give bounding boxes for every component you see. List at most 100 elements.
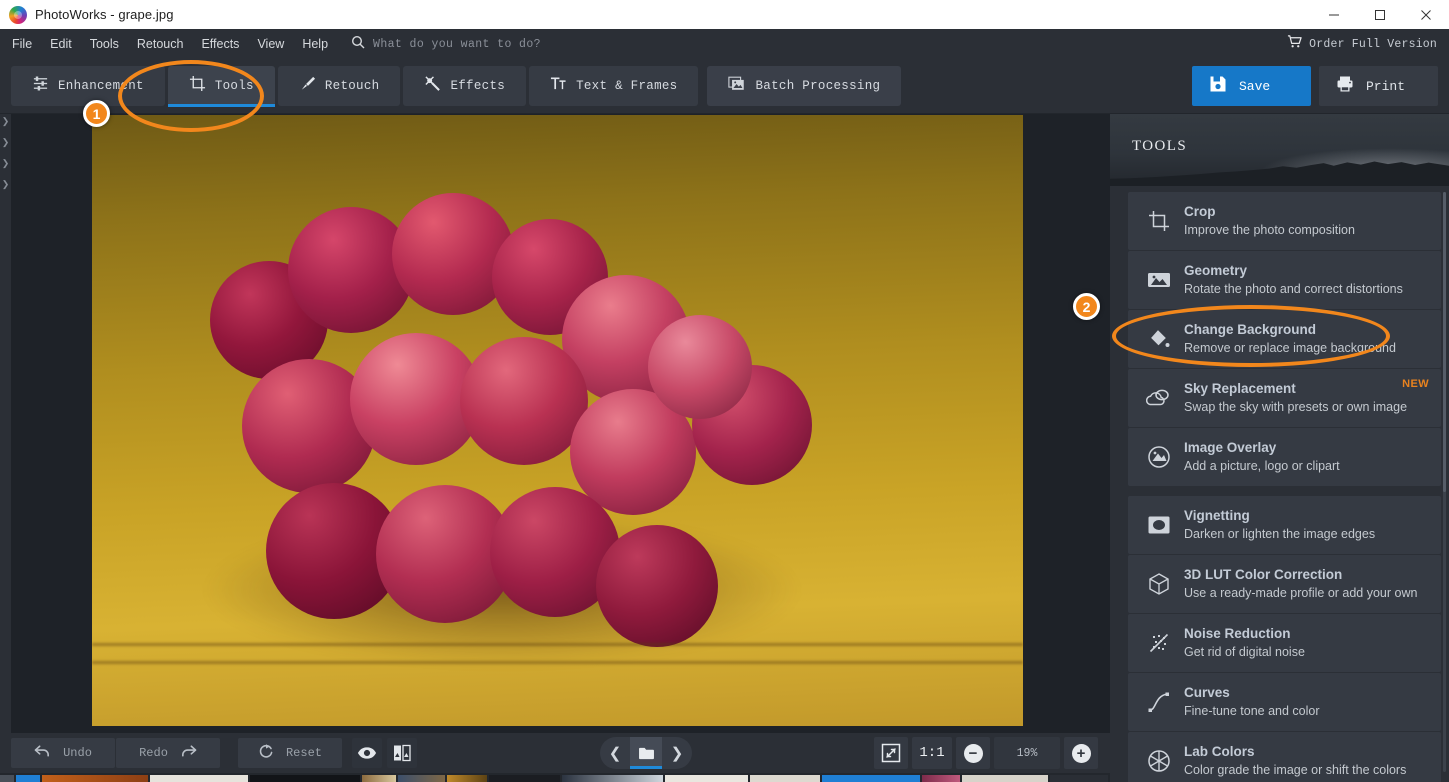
- left-collapsed-panel[interactable]: ❯ ❯ ❯ ❯: [0, 114, 11, 733]
- annotation-marker-2: 2: [1073, 293, 1100, 320]
- eye-icon[interactable]: [352, 738, 382, 768]
- list-item[interactable]: [150, 775, 248, 782]
- tool-item-3d-lut-color-correction[interactable]: 3D LUT Color Correction Use a ready-made…: [1128, 555, 1441, 613]
- sliders-icon: [32, 75, 49, 97]
- reset-button[interactable]: Reset: [238, 738, 342, 768]
- tool-subtitle: Rotate the photo and correct distortions: [1184, 282, 1403, 296]
- tool-text: Lab Colors Color grade the image or shif…: [1184, 743, 1406, 779]
- actual-size-button[interactable]: 1:1: [912, 737, 952, 769]
- minimize-icon[interactable]: [1311, 0, 1357, 29]
- search-box[interactable]: What do you want to do?: [351, 35, 541, 54]
- chevron-right-icon[interactable]: ❯: [662, 737, 692, 769]
- tab-batch-processing[interactable]: Batch Processing: [707, 66, 902, 106]
- list-item[interactable]: [921, 775, 960, 782]
- menu-item-tools[interactable]: Tools: [81, 29, 128, 59]
- tool-text: Image Overlay Add a picture, logo or cli…: [1184, 439, 1340, 475]
- fit-to-screen-icon[interactable]: [874, 737, 908, 769]
- tab-label: Text & Frames: [576, 79, 678, 93]
- zoom-in-button[interactable]: +: [1064, 737, 1098, 769]
- scrollbar-thumb[interactable]: [1443, 192, 1446, 492]
- menu-item-retouch[interactable]: Retouch: [128, 29, 193, 59]
- panel-scrollbar[interactable]: [1443, 192, 1446, 772]
- tool-item-vignetting[interactable]: Vignetting Darken or lighten the image e…: [1128, 496, 1441, 554]
- tool-item-sky-replacement[interactable]: Sky Replacement Swap the sky with preset…: [1128, 369, 1441, 427]
- thumbnail-filmstrip[interactable]: [0, 773, 1110, 782]
- list-item[interactable]: [1050, 775, 1108, 782]
- zoom-level-value[interactable]: 19%: [994, 737, 1060, 769]
- tool-subtitle: Swap the sky with presets or own image: [1184, 400, 1408, 414]
- tab-enhancement[interactable]: Enhancement: [11, 66, 165, 106]
- maximize-icon[interactable]: [1357, 0, 1403, 29]
- tab-label: Enhancement: [58, 79, 144, 93]
- tool-subtitle: Darken or lighten the image edges: [1184, 527, 1376, 541]
- tool-text: Vignetting Darken or lighten the image e…: [1184, 507, 1375, 543]
- tool-title: Crop: [1184, 204, 1216, 219]
- grape-berry: [596, 525, 718, 647]
- redo-arrow-icon: [180, 744, 197, 763]
- tab-retouch[interactable]: Retouch: [277, 66, 401, 106]
- order-full-version-button[interactable]: Order Full Version: [1287, 34, 1437, 54]
- tab-label: Batch Processing: [755, 79, 881, 93]
- tool-item-curves[interactable]: Curves Fine-tune tone and color: [1128, 673, 1441, 731]
- tool-item-geometry[interactable]: Geometry Rotate the photo and correct di…: [1128, 251, 1441, 309]
- tool-item-crop[interactable]: Crop Improve the photo composition: [1128, 192, 1441, 250]
- undo-button[interactable]: Undo: [11, 738, 115, 768]
- chevron-right-icon[interactable]: ❯: [2, 180, 10, 189]
- menu-item-help[interactable]: Help: [293, 29, 337, 59]
- search-placeholder: What do you want to do?: [373, 37, 541, 51]
- tab-text-and-frames[interactable]: Text & Frames: [529, 66, 699, 106]
- menu-item-file[interactable]: File: [3, 29, 41, 59]
- list-item[interactable]: [561, 775, 663, 782]
- tab-tools[interactable]: Tools: [167, 66, 275, 107]
- status-badge: NEW: [1402, 378, 1429, 390]
- landscape-picture-icon: [1142, 270, 1176, 290]
- list-item[interactable]: [41, 775, 149, 782]
- redo-button[interactable]: Redo: [116, 738, 220, 768]
- title-bar: PhotoWorks - grape.jpg: [0, 0, 1449, 29]
- list-item[interactable]: [447, 775, 488, 782]
- folder-icon[interactable]: [630, 737, 662, 769]
- save-button[interactable]: Save: [1192, 66, 1311, 106]
- chevron-right-icon[interactable]: ❯: [2, 138, 10, 147]
- list-item[interactable]: [822, 775, 920, 782]
- list-item[interactable]: [362, 775, 397, 782]
- redo-label: Redo: [139, 746, 168, 760]
- photoworks-logo-icon: [9, 5, 27, 24]
- search-icon: [351, 35, 365, 54]
- crop-icon: [189, 75, 206, 97]
- list-item[interactable]: [0, 775, 15, 782]
- tool-item-lab-colors[interactable]: Lab Colors Color grade the image or shif…: [1128, 732, 1441, 782]
- zoom-out-button[interactable]: −: [956, 737, 990, 769]
- tab-label: Tools: [214, 79, 254, 93]
- chevron-right-icon[interactable]: ❯: [2, 159, 10, 168]
- noise-icon: [1142, 631, 1176, 655]
- window-controls: [1311, 0, 1449, 29]
- before-after-icon[interactable]: [387, 738, 417, 768]
- list-item[interactable]: [664, 775, 748, 782]
- chevron-right-icon[interactable]: ❯: [2, 117, 10, 126]
- tool-text: 3D LUT Color Correction Use a ready-made…: [1184, 566, 1417, 602]
- tool-title: Curves: [1184, 685, 1230, 700]
- tool-item-noise-reduction[interactable]: Noise Reduction Get rid of digital noise: [1128, 614, 1441, 672]
- list-item[interactable]: [249, 775, 361, 782]
- menu-item-view[interactable]: View: [248, 29, 293, 59]
- image-canvas[interactable]: [11, 114, 1110, 733]
- toolbar-actions: Save Print: [1192, 66, 1438, 106]
- tab-effects[interactable]: Effects: [403, 66, 527, 106]
- chevron-left-icon[interactable]: ❮: [600, 737, 630, 769]
- tool-item-change-background[interactable]: Change Background Remove or replace imag…: [1128, 310, 1441, 368]
- list-item[interactable]: [16, 775, 40, 782]
- tool-subtitle: Add a picture, logo or clipart: [1184, 459, 1340, 473]
- print-button[interactable]: Print: [1319, 66, 1438, 106]
- list-item[interactable]: [749, 775, 821, 782]
- overlay-circle-icon: [1142, 445, 1176, 469]
- list-item[interactable]: [489, 775, 560, 782]
- menu-item-effects[interactable]: Effects: [192, 29, 248, 59]
- list-item[interactable]: [961, 775, 1049, 782]
- reset-label: Reset: [285, 746, 322, 760]
- menu-item-edit[interactable]: Edit: [41, 29, 81, 59]
- close-icon[interactable]: [1403, 0, 1449, 29]
- tool-item-image-overlay[interactable]: Image Overlay Add a picture, logo or cli…: [1128, 428, 1441, 486]
- list-item[interactable]: [398, 775, 446, 782]
- tool-text: Geometry Rotate the photo and correct di…: [1184, 262, 1403, 298]
